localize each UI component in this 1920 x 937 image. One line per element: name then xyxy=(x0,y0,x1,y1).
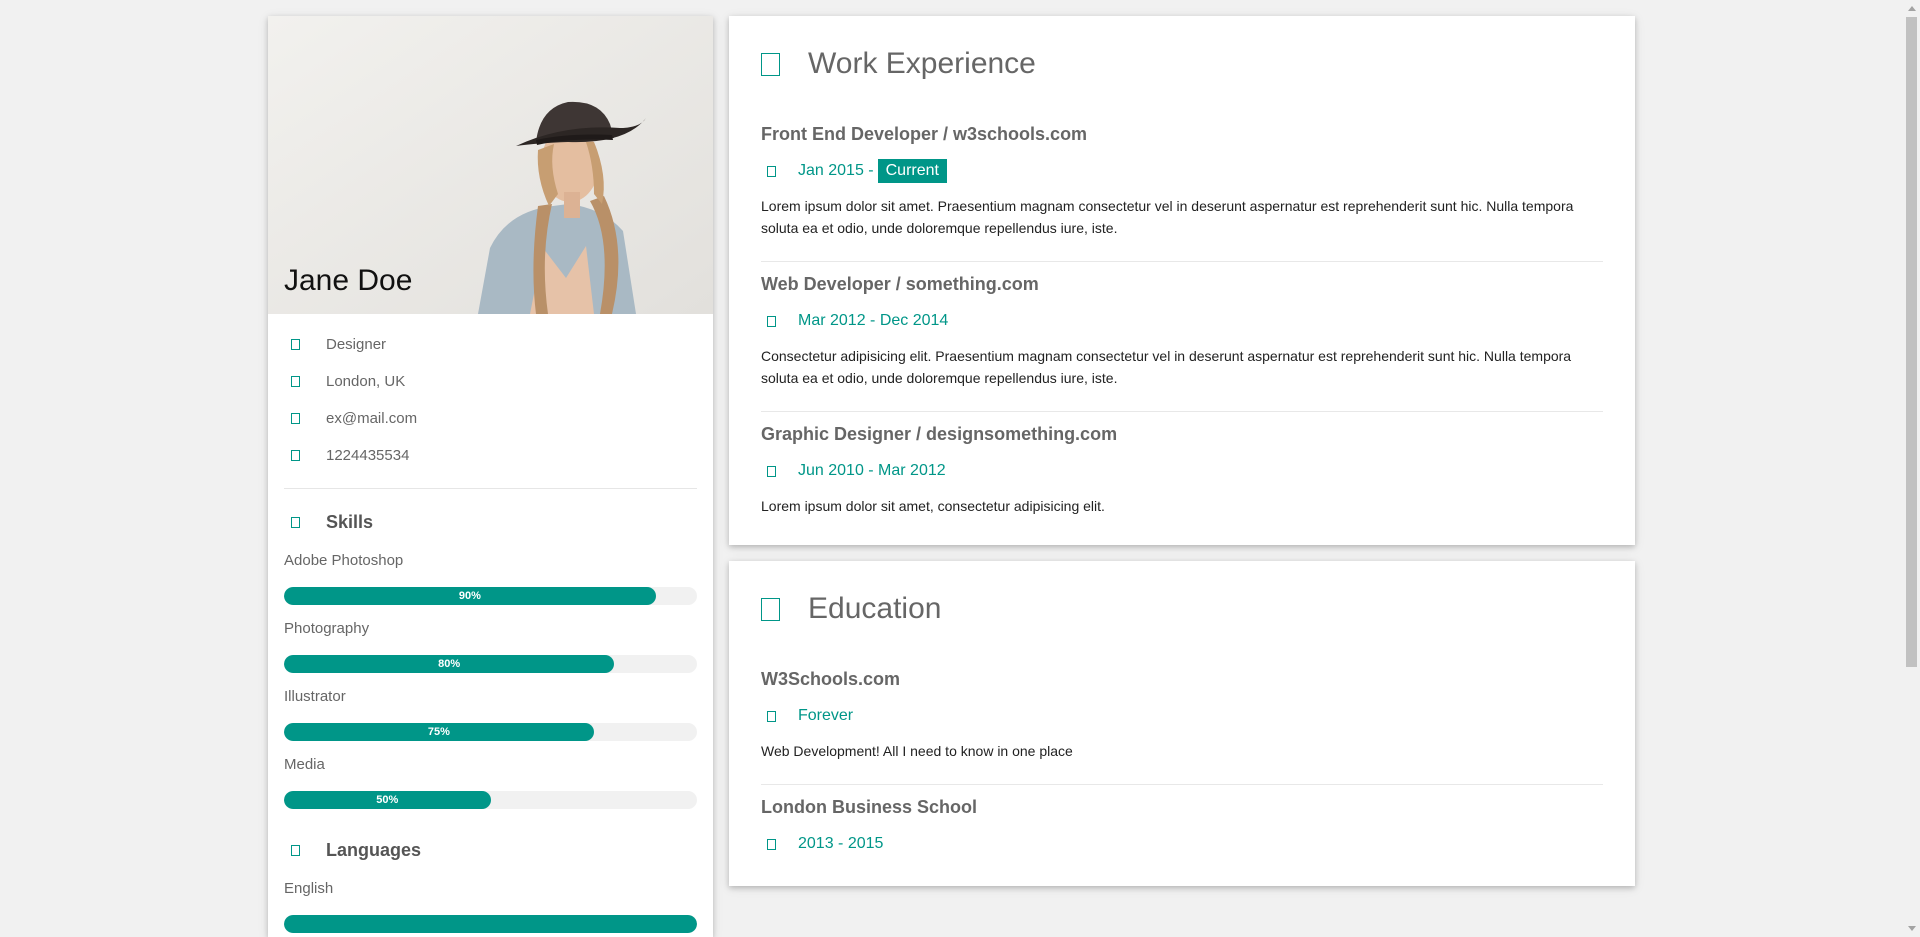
work-entry: Front End Developer / w3schools.com Jan … xyxy=(761,112,1603,262)
vertical-scrollbar[interactable] xyxy=(1903,0,1920,937)
entry-description: Lorem ipsum dolor sit amet. Praesentium … xyxy=(761,198,1574,236)
scroll-up-arrow-icon[interactable] xyxy=(1908,6,1916,11)
education-card: Education W3Schools.com Forever Web Deve… xyxy=(729,561,1635,886)
calendar-icon xyxy=(767,165,776,177)
calendar-icon xyxy=(767,838,776,850)
home-icon xyxy=(291,376,300,387)
info-row-email: ex@mail.com xyxy=(284,400,697,437)
phone: 1224435534 xyxy=(326,447,410,464)
skill-item: Media 50% xyxy=(284,755,697,809)
language-label: English xyxy=(284,880,334,897)
entry-title: Front End Developer / w3schools.com xyxy=(761,124,1088,144)
skill-label: Adobe Photoshop xyxy=(284,552,404,569)
entry-date-text: Jan 2015 - xyxy=(798,162,874,179)
scrollbar-thumb[interactable] xyxy=(1906,17,1917,667)
calendar-icon xyxy=(767,315,776,327)
certificate-icon xyxy=(761,597,780,621)
entry-date-text: 2013 - 2015 xyxy=(798,835,884,852)
scroll-down-arrow-icon[interactable] xyxy=(1908,926,1916,931)
skills-heading: Skills xyxy=(284,507,697,537)
phone-icon xyxy=(291,450,300,461)
languages-heading-label: Languages xyxy=(326,839,422,860)
skill-progress-fill: 80% xyxy=(284,655,615,673)
briefcase-icon xyxy=(291,339,300,350)
skill-label: Media xyxy=(284,756,325,773)
entry-date: Mar 2012 - Dec 2014 xyxy=(761,307,1603,335)
skill-item: Adobe Photoshop 90% xyxy=(284,551,697,605)
work-entry: Web Developer / something.com Mar 2012 -… xyxy=(761,262,1603,412)
info-row-location: London, UK xyxy=(284,363,697,400)
education-entry: W3Schools.com Forever Web Development! A… xyxy=(761,657,1603,785)
entry-description: Web Development! All I need to know in o… xyxy=(761,743,1073,759)
entry-title: W3Schools.com xyxy=(761,669,901,689)
skill-label: Photography xyxy=(284,620,370,637)
skill-progress-bar: 80% xyxy=(284,655,697,673)
skill-progress-bar: 50% xyxy=(284,791,697,809)
language-progress-bar xyxy=(284,915,697,933)
info-row-job: Designer xyxy=(284,326,697,363)
envelope-icon xyxy=(291,413,300,424)
entry-date: 2013 - 2015 xyxy=(761,830,1603,858)
entry-date: Jun 2010 - Mar 2012 xyxy=(761,457,1603,485)
entry-description: Consectetur adipisicing elit. Praesentiu… xyxy=(761,348,1572,386)
skill-progress-fill: 90% xyxy=(284,587,656,605)
calendar-icon xyxy=(767,465,776,477)
entry-date: Jan 2015 - Current xyxy=(761,157,1603,185)
skill-label: Illustrator xyxy=(284,688,346,705)
asterisk-icon xyxy=(291,516,300,528)
skill-progress-bar: 90% xyxy=(284,587,697,605)
location: London, UK xyxy=(326,373,406,390)
work-experience-title: Work Experience xyxy=(761,16,1603,112)
profile-photo: Jane Doe xyxy=(268,16,713,314)
entry-date-text: Mar 2012 - Dec 2014 xyxy=(798,312,949,329)
skills-heading-label: Skills xyxy=(326,511,374,532)
languages-heading: Languages xyxy=(284,835,697,865)
entry-date-text: Forever xyxy=(798,707,854,724)
entry-title: Graphic Designer / designsomething.com xyxy=(761,424,1118,444)
divider xyxy=(284,488,697,489)
entry-title: Web Developer / something.com xyxy=(761,274,1039,294)
email: ex@mail.com xyxy=(326,410,418,427)
skill-progress-fill: 75% xyxy=(284,723,594,741)
skill-progress-fill: 50% xyxy=(284,791,491,809)
education-title: Education xyxy=(761,561,1603,657)
entry-description: Lorem ipsum dolor sit amet, consectetur … xyxy=(761,498,1105,514)
skill-item: Photography 80% xyxy=(284,619,697,673)
suitcase-icon xyxy=(761,52,780,76)
entry-date: Forever xyxy=(761,702,1603,730)
skill-item: Illustrator 75% xyxy=(284,687,697,741)
education-entry: London Business School 2013 - 2015 xyxy=(761,785,1603,886)
education-heading: Education xyxy=(808,592,942,625)
main-content: Work Experience Front End Developer / w3… xyxy=(729,16,1635,902)
work-entry: Graphic Designer / designsomething.com J… xyxy=(761,412,1603,545)
profile-sidebar: Jane Doe Designer London, UK ex@mail.com… xyxy=(268,16,713,937)
language-progress-fill xyxy=(284,915,697,933)
globe-icon xyxy=(291,844,300,856)
entry-date-text: Jun 2010 - Mar 2012 xyxy=(798,462,946,479)
skill-progress-bar: 75% xyxy=(284,723,697,741)
language-item: English xyxy=(284,879,697,933)
work-experience-card: Work Experience Front End Developer / w3… xyxy=(729,16,1635,545)
info-row-phone: 1224435534 xyxy=(284,437,697,474)
entry-title: London Business School xyxy=(761,797,978,817)
profile-name: Jane Doe xyxy=(284,264,413,297)
job-title: Designer xyxy=(326,336,387,353)
calendar-icon xyxy=(767,710,776,722)
work-experience-heading: Work Experience xyxy=(808,47,1036,80)
current-tag: Current xyxy=(877,159,947,183)
profile-info: Designer London, UK ex@mail.com 12244355… xyxy=(268,314,713,933)
